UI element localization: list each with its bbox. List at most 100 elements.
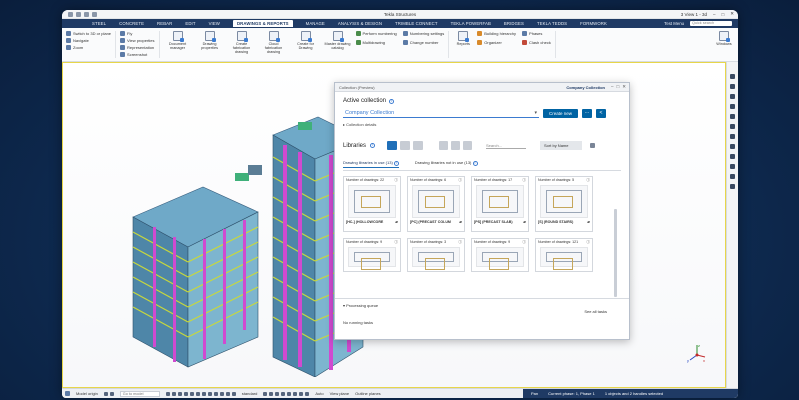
- grid-icon[interactable]: [65, 391, 70, 396]
- tab-view[interactable]: VIEW: [209, 21, 220, 26]
- library-card[interactable]: Number of drawings: 121 ⓘ: [535, 238, 593, 272]
- select-icon[interactable]: [165, 391, 170, 396]
- select-icon[interactable]: [219, 391, 224, 396]
- filter-icon[interactable]: [730, 104, 735, 109]
- select-icon[interactable]: [189, 391, 194, 396]
- snap-icon[interactable]: [281, 391, 286, 396]
- select-icon[interactable]: [183, 391, 188, 396]
- save-icon[interactable]: [76, 11, 81, 17]
- share-button[interactable]: <: [596, 109, 607, 118]
- snap-icon[interactable]: [109, 391, 114, 396]
- outline-planes-select[interactable]: Outline planes: [355, 391, 381, 396]
- chat-icon[interactable]: [730, 174, 735, 179]
- grid-view-icon[interactable]: [387, 141, 398, 150]
- maximize-icon[interactable]: □: [722, 12, 725, 17]
- select-icon[interactable]: [231, 391, 236, 396]
- sort-select[interactable]: Sort by Name: [540, 141, 583, 150]
- library-card[interactable]: Number of drawings: 17 ⓘ [PS] (PRECAST SL…: [471, 176, 529, 232]
- more-button[interactable]: ···: [582, 109, 593, 118]
- filter-icon[interactable]: [590, 143, 596, 148]
- info-icon[interactable]: ⓘ: [586, 178, 590, 183]
- select-icon[interactable]: [207, 391, 212, 396]
- collection-icon[interactable]: [730, 164, 735, 169]
- select-icon[interactable]: [177, 391, 182, 396]
- tools-icon[interactable]: [730, 114, 735, 119]
- tab-formwork[interactable]: FORMWORK: [580, 21, 607, 26]
- ribbon-item[interactable]: Navigate: [66, 38, 111, 43]
- ribbon-item[interactable]: Multidrawing: [355, 40, 397, 45]
- info-icon[interactable]: i: [389, 98, 395, 104]
- auto-select[interactable]: Auto: [315, 391, 323, 396]
- view-plane-select[interactable]: View plane: [330, 391, 350, 396]
- library-scrollbar[interactable]: [614, 209, 617, 297]
- snap-icon[interactable]: [305, 391, 310, 396]
- snap-icon[interactable]: [287, 391, 292, 396]
- select-icon[interactable]: [225, 391, 230, 396]
- account-menu[interactable]: Test Menu: [664, 21, 684, 26]
- ribbon-item[interactable]: Representation: [120, 45, 155, 50]
- info-icon[interactable]: ⓘ: [458, 178, 462, 183]
- library-card[interactable]: Number of drawings: 6 ⓘ [PC] (PRECAST COL…: [407, 176, 465, 232]
- info-icon[interactable]: ⓘ: [586, 240, 590, 245]
- cloud-icon[interactable]: [730, 124, 735, 129]
- collection-details-toggle[interactable]: ▸ Collection details: [343, 122, 621, 127]
- info-icon[interactable]: ⓘ: [458, 240, 462, 245]
- minimize-icon[interactable]: –: [611, 84, 614, 90]
- reports-button[interactable]: Reports: [453, 31, 473, 46]
- library-card[interactable]: Number of drawings: 9 ⓘ: [343, 238, 401, 272]
- tab-manage[interactable]: MANAGE: [306, 21, 325, 26]
- tab-rebar[interactable]: REBAR: [157, 21, 172, 26]
- master-drawing-catalog-button[interactable]: Master drawing catalog: [324, 31, 352, 50]
- close-icon[interactable]: ✕: [622, 84, 626, 90]
- ribbon-item[interactable]: Switch to 3D or plane: [66, 31, 111, 36]
- close-icon[interactable]: ✕: [730, 11, 734, 17]
- tab-bridges[interactable]: BRIDGES: [504, 21, 524, 26]
- tab-libraries-in-use[interactable]: Drawing libraries in use (13) i: [343, 160, 399, 168]
- info-icon[interactable]: ⓘ: [394, 240, 398, 245]
- ribbon-item[interactable]: Building hierarchy: [477, 31, 516, 36]
- undo-icon[interactable]: [84, 11, 89, 17]
- command-input[interactable]: Go to model: [119, 390, 160, 397]
- snap-icon[interactable]: [293, 391, 298, 396]
- check-icon[interactable]: [439, 141, 449, 150]
- library-icon[interactable]: [730, 134, 735, 139]
- ribbon-item[interactable]: Organizer: [477, 40, 516, 45]
- library-card[interactable]: Number of drawings: 22 ⓘ [HC-] (HOLLOWCOR…: [343, 176, 401, 232]
- axis-gizmo[interactable]: z x y: [687, 343, 707, 363]
- windows-button[interactable]: Windows: [714, 31, 734, 46]
- select-icon[interactable]: [201, 391, 206, 396]
- tab-trimble-connect[interactable]: TRIMBLE CONNECT: [395, 21, 438, 26]
- snap-icon[interactable]: [263, 391, 268, 396]
- quick-search-input[interactable]: Quick search: [690, 21, 732, 26]
- add-icon[interactable]: [400, 141, 411, 150]
- tab-drawings-reports[interactable]: DRAWINGS & REPORTS: [232, 20, 293, 27]
- maximize-icon[interactable]: □: [617, 84, 620, 90]
- redo-icon[interactable]: [92, 11, 97, 17]
- tab-steel[interactable]: STEEL: [92, 21, 106, 26]
- document-manager-button[interactable]: Document manager: [164, 31, 192, 50]
- ribbon-item[interactable]: Change number: [402, 40, 444, 45]
- select-icon[interactable]: [195, 391, 200, 396]
- ribbon-item[interactable]: Screenshot: [120, 52, 155, 57]
- create-for-drawing-button[interactable]: Create for Drawing: [292, 31, 320, 50]
- search-icon[interactable]: [730, 144, 735, 149]
- create-new-button[interactable]: Create new: [543, 109, 579, 118]
- ribbon-item[interactable]: View properties: [120, 38, 155, 43]
- info-icon[interactable]: i: [370, 143, 376, 148]
- ribbon-item[interactable]: Numbering settings: [402, 31, 444, 36]
- tab-analysis-design[interactable]: ANALYSIS & DESIGN: [338, 21, 382, 26]
- info-icon[interactable]: ⓘ: [394, 178, 398, 183]
- settings-icon[interactable]: [730, 84, 735, 89]
- cloud-fabrication-drawing-button[interactable]: Cloud fabrication drawing: [260, 31, 288, 54]
- ribbon-item[interactable]: Fly: [120, 31, 155, 36]
- properties-icon[interactable]: [730, 74, 735, 79]
- processing-queue-toggle[interactable]: ▾ Processing queue: [343, 303, 621, 308]
- standard-select[interactable]: standard: [242, 391, 258, 396]
- ribbon-item[interactable]: Zoom: [66, 45, 111, 50]
- ribbon-item[interactable]: Clash check: [522, 40, 551, 45]
- tab-libraries-not-in-use[interactable]: Drawing libraries not in use (13) i: [415, 160, 478, 168]
- tab-edit[interactable]: EDIT: [185, 21, 195, 26]
- drawing-properties-button[interactable]: Drawing properties: [196, 31, 224, 50]
- file-icon[interactable]: [68, 11, 73, 17]
- collection-select[interactable]: Company Collection: [343, 109, 539, 118]
